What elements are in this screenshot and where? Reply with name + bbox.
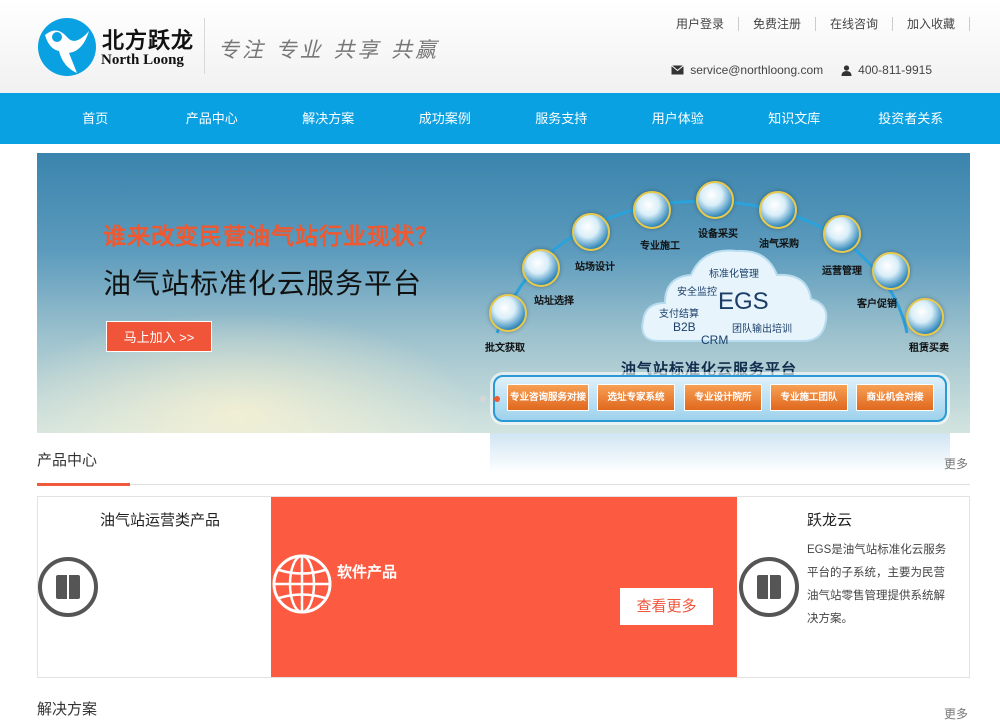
slide-dot-1[interactable] xyxy=(480,396,486,402)
book-icon xyxy=(38,557,98,617)
nav-experience[interactable]: 用户体验 xyxy=(620,93,737,144)
cloud-item-b2b: B2B xyxy=(673,320,696,334)
platform-btn-consult[interactable]: 专业咨询服务对接 xyxy=(507,384,589,411)
nav-solutions[interactable]: 解决方案 xyxy=(270,93,387,144)
node-label-site-design: 站场设计 xyxy=(575,262,615,273)
phone-item: 400-811-9915 xyxy=(841,63,932,77)
card-title-yuelong-cloud: 跃龙云 xyxy=(807,512,853,529)
brand-name-en: North Loong xyxy=(101,52,184,68)
add-favorite-link[interactable]: 加入收藏 xyxy=(893,17,970,31)
node-label-approval: 批文获取 xyxy=(485,343,525,354)
contact-info: service@northloong.com 400-811-9915 xyxy=(671,63,932,77)
email-text[interactable]: service@northloong.com xyxy=(690,63,823,77)
products-section-title: 产品中心 xyxy=(37,452,98,469)
cloud-egs: EGS xyxy=(718,288,769,315)
site-design-node-icon xyxy=(572,213,610,251)
join-now-button[interactable]: 马上加入 >> xyxy=(106,321,212,352)
cloud-item-safety: 安全监控 xyxy=(677,287,717,298)
banner-question: 谁来改变民营油气站行业现状？ xyxy=(103,223,439,249)
top-links: 用户登录 免费注册 在线咨询 加入收藏 xyxy=(662,17,970,31)
phone-text: 400-811-9915 xyxy=(858,63,932,77)
hero-banner[interactable]: 谁来改变民营油气站行业现状？ 油气站标准化云服务平台 马上加入 >> 批文获取 … xyxy=(37,153,970,433)
email-item: service@northloong.com xyxy=(671,63,823,77)
cloud-item-std: 标准化管理 xyxy=(709,269,759,280)
promotion-node-icon xyxy=(872,252,910,290)
main-nav: 首页 产品中心 解决方案 成功案例 服务支持 用户体验 知识文库 投资者关系 xyxy=(0,93,1000,144)
nav-investors[interactable]: 投资者关系 xyxy=(853,93,970,144)
nav-cases[interactable]: 成功案例 xyxy=(387,93,504,144)
node-label-equipment: 设备采买 xyxy=(698,229,738,240)
solutions-section-title: 解决方案 xyxy=(37,701,98,718)
platform-btn-design[interactable]: 专业设计院所 xyxy=(684,384,762,411)
nav-support[interactable]: 服务支持 xyxy=(503,93,620,144)
nav-home[interactable]: 首页 xyxy=(37,93,154,144)
solutions-more-link[interactable]: 更多 xyxy=(944,705,968,722)
online-consult-link[interactable]: 在线咨询 xyxy=(816,17,893,31)
logo-divider xyxy=(204,18,205,74)
banner-title: 油气站标准化云服务平台 xyxy=(103,268,423,299)
login-link[interactable]: 用户登录 xyxy=(662,17,739,31)
brand-name-cn: 北方跃龙 xyxy=(102,29,195,54)
product-card-operations[interactable]: 油气站运营类产品 xyxy=(38,497,271,677)
cloud-item-crm: CRM xyxy=(701,333,729,347)
product-card-yuelong-cloud[interactable]: 跃龙云 EGS是油气站标准化云服务平台的子系统，主要为民营油气站零售管理提供系统… xyxy=(737,497,969,677)
card-title-software: 软件产品 xyxy=(337,564,398,581)
banner-reflection xyxy=(490,433,950,473)
section-accent xyxy=(37,483,130,486)
product-card-software[interactable]: 软件产品 查看更多 xyxy=(271,497,737,677)
slogan: 专注 专业 共享 共赢 xyxy=(218,38,440,62)
mail-icon xyxy=(671,65,685,75)
yuelong-cloud-description: EGS是油气站标准化云服务平台的子系统，主要为民营油气站零售管理提供系统解决方案… xyxy=(807,544,947,625)
platform-btn-site-expert[interactable]: 选址专家系统 xyxy=(597,384,675,411)
nav-products[interactable]: 产品中心 xyxy=(154,93,271,144)
node-label-leasing: 租赁买卖 xyxy=(909,343,949,354)
register-link[interactable]: 免费注册 xyxy=(739,17,816,31)
view-more-button[interactable]: 查看更多 xyxy=(620,588,713,625)
north-loong-logo-icon[interactable] xyxy=(37,17,97,77)
cloud-item-payment: 支付结算 xyxy=(659,309,699,320)
user-icon xyxy=(841,64,852,76)
node-label-site-select: 站址选择 xyxy=(534,296,574,307)
product-cards: 油气站运营类产品 软件产品 查看更多 跃龙云 EGS是油气站标准化云服务平台的子… xyxy=(37,496,970,678)
section-divider xyxy=(37,484,970,485)
node-label-promotion: 客户促销 xyxy=(857,299,897,310)
leasing-node-icon xyxy=(906,298,944,336)
globe-icon xyxy=(272,554,332,614)
card-title-operations: 油气站运营类产品 xyxy=(100,512,221,529)
platform-btn-construction[interactable]: 专业施工团队 xyxy=(770,384,848,411)
equipment-node-icon xyxy=(696,181,734,219)
platform-btn-business[interactable]: 商业机会对接 xyxy=(856,384,934,411)
site-header: 北方跃龙 North Loong 专注 专业 共享 共赢 用户登录 免费注册 在… xyxy=(0,0,1000,93)
cloud-item-training: 团队输出培训 xyxy=(732,324,792,335)
book-icon xyxy=(739,557,799,617)
nav-knowledge[interactable]: 知识文库 xyxy=(736,93,853,144)
approval-node-icon xyxy=(489,294,527,332)
construction-node-icon xyxy=(633,191,671,229)
slide-dot-2[interactable] xyxy=(494,396,500,402)
products-more-link[interactable]: 更多 xyxy=(944,455,968,472)
oil-purchase-node-icon xyxy=(759,191,797,229)
site-select-node-icon xyxy=(522,249,560,287)
